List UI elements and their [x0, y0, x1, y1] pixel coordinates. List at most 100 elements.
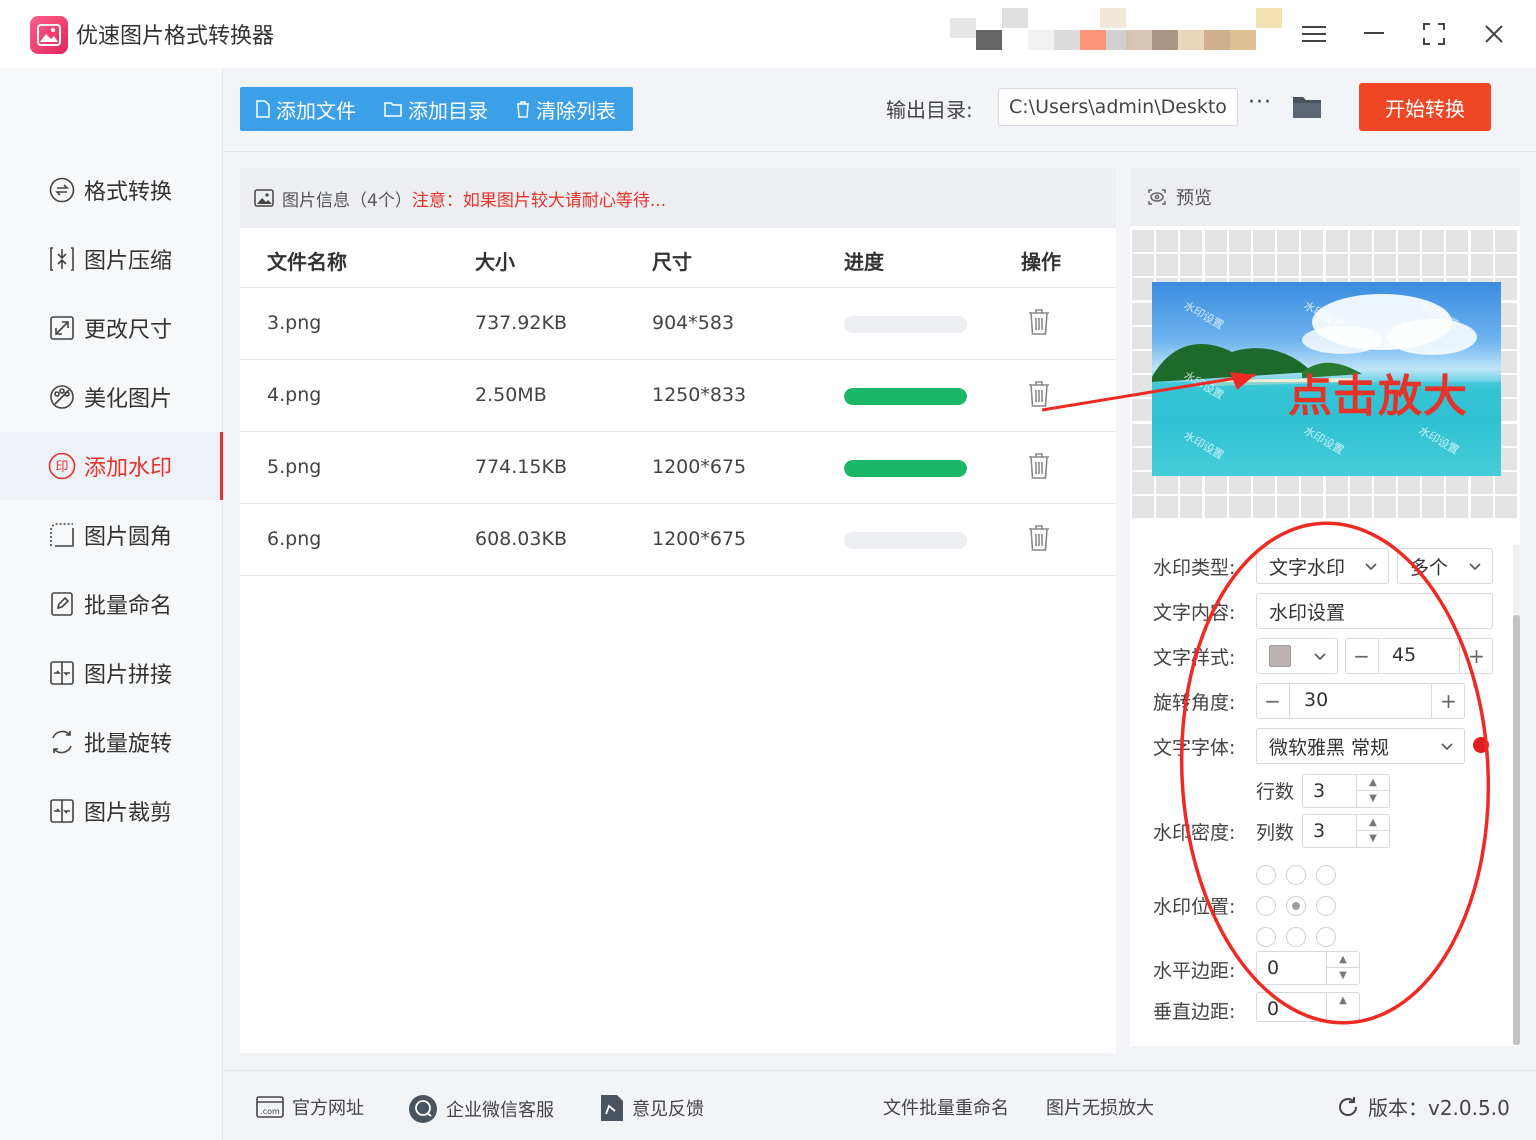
watermark-icon: 印	[48, 452, 76, 480]
file-size: 2.50MB	[475, 384, 547, 406]
clear-list-label: 清除列表	[536, 98, 616, 123]
sidebar-item-beautify[interactable]: 美化图片	[0, 363, 223, 431]
rename-icon	[48, 590, 76, 618]
progress-bar	[844, 388, 967, 405]
add-directory-label: 添加目录	[408, 98, 488, 123]
sidebar-item-batch-rename[interactable]: 批量命名	[0, 570, 223, 638]
crop-icon	[48, 797, 76, 825]
palette-icon	[48, 383, 76, 411]
sidebar-item-rotate[interactable]: 批量旋转	[0, 708, 223, 776]
round-corner-icon	[48, 521, 76, 549]
progress-bar	[844, 532, 967, 549]
file-button-group: 添加文件 添加目录 清除列表	[240, 87, 633, 131]
sidebar-item-label: 图片拼接	[84, 663, 173, 688]
trash-small-icon	[517, 101, 529, 118]
file-name: 4.png	[267, 384, 322, 406]
rotate-icon	[48, 728, 76, 756]
col-filename: 文件名称	[267, 250, 347, 274]
feedback-link[interactable]: 意见反馈	[600, 1094, 704, 1122]
feedback-label: 意见反馈	[632, 1099, 704, 1120]
table-row[interactable]: 3.png 737.92KB 904*583	[240, 288, 1116, 360]
table-row[interactable]: 6.png 608.03KB 1200*675	[240, 504, 1116, 576]
file-dimensions: 1250*833	[652, 384, 747, 406]
official-website-label: 官方网址	[292, 1098, 364, 1119]
version-info[interactable]: 版本：v2.0.5.0	[1336, 1092, 1510, 1121]
start-convert-button[interactable]: 开始转换	[1359, 83, 1491, 131]
sidebar-item-resize[interactable]: 更改尺寸	[0, 294, 223, 362]
maximize-icon[interactable]	[1418, 18, 1450, 50]
wait-warning-text: 注意：如果图片较大请耐心等待...	[411, 190, 667, 211]
app-logo-icon	[30, 16, 68, 54]
file-name: 5.png	[267, 456, 322, 478]
progress-bar	[844, 316, 967, 333]
file-name: 6.png	[267, 528, 322, 550]
sidebar-item-label: 美化图片	[84, 387, 173, 412]
svg-text:印: 印	[55, 460, 68, 475]
delete-icon[interactable]	[1028, 308, 1050, 341]
join-icon	[48, 659, 76, 687]
col-dimensions: 尺寸	[652, 250, 692, 274]
sidebar-item-label: 图片圆角	[84, 525, 173, 550]
sidebar-item-label: 批量命名	[84, 594, 173, 619]
feedback-icon	[601, 1095, 623, 1121]
file-icon	[256, 100, 270, 118]
close-icon[interactable]	[1478, 18, 1510, 50]
website-icon: .com	[256, 1096, 284, 1118]
add-file-button[interactable]: 添加文件	[240, 87, 368, 131]
add-file-label: 添加文件	[276, 98, 356, 123]
app-title: 优速图片格式转换器	[76, 24, 275, 49]
table-row[interactable]: 4.png 2.50MB 1250*833	[240, 360, 1116, 432]
preview-title: 预览	[1176, 188, 1212, 209]
sidebar-item-compress[interactable]: 图片压缩	[0, 225, 223, 293]
blurred-user-avatar	[1100, 8, 1282, 64]
sidebar-item-label: 格式转换	[84, 180, 173, 205]
settings-scrollbar-thumb[interactable]	[1513, 615, 1520, 1045]
wechat-service-label: 企业微信客服	[446, 1100, 554, 1121]
file-dimensions: 1200*675	[652, 528, 747, 550]
output-dir-label: 输出目录:	[886, 98, 973, 122]
batch-rename-label: 文件批量重命名	[883, 1098, 1009, 1119]
image-info-icon	[254, 189, 274, 207]
eye-icon	[1148, 189, 1166, 205]
table-row[interactable]: 5.png 774.15KB 1200*675	[240, 432, 1116, 504]
sidebar-item-round-corner[interactable]: 图片圆角	[0, 501, 223, 569]
col-size: 大小	[475, 250, 515, 274]
add-directory-button[interactable]: 添加目录	[368, 87, 500, 131]
resize-icon	[48, 314, 76, 342]
swap-circle-icon	[48, 176, 76, 204]
version-label: 版本：v2.0.5.0	[1368, 1096, 1510, 1120]
refresh-icon	[1339, 1096, 1358, 1116]
file-dimensions: 1200*675	[652, 456, 747, 478]
col-actions: 操作	[1021, 250, 1061, 274]
annotation-overlay	[1041, 372, 1491, 1025]
more-options-button[interactable]: ···	[1248, 90, 1272, 115]
image-count-text: 图片信息（4个）	[282, 190, 412, 211]
file-size: 737.92KB	[475, 312, 567, 334]
progress-bar	[844, 460, 967, 477]
file-size: 774.15KB	[475, 456, 567, 478]
sidebar-item-label: 图片压缩	[84, 249, 173, 274]
minimize-icon[interactable]	[1358, 18, 1390, 50]
menu-icon[interactable]	[1298, 18, 1330, 50]
clear-list-button[interactable]: 清除列表	[500, 87, 628, 131]
file-name: 3.png	[267, 312, 322, 334]
file-size: 608.03KB	[475, 528, 567, 550]
official-website-link[interactable]: .com 官方网址	[256, 1094, 364, 1120]
output-dir-input[interactable]: C:\Users\admin\Deskto	[998, 88, 1238, 126]
table-header: 文件名称 大小 尺寸 进度 操作	[240, 228, 1116, 288]
sidebar-item-label: 添加水印	[84, 456, 173, 481]
sidebar-item-label: 更改尺寸	[84, 318, 173, 343]
sidebar-item-watermark[interactable]: 印 添加水印	[0, 432, 223, 500]
sidebar-item-label: 批量旋转	[84, 732, 173, 757]
sidebar-item-format-convert[interactable]: 格式转换	[0, 156, 223, 224]
batch-rename-link[interactable]: 文件批量重命名	[883, 1094, 1009, 1120]
wechat-service-link[interactable]: 企业微信客服	[408, 1094, 554, 1124]
lossless-upscale-link[interactable]: 图片无损放大	[1046, 1094, 1154, 1120]
sidebar-item-crop[interactable]: 图片裁剪	[0, 777, 223, 845]
sidebar-item-join[interactable]: 图片拼接	[0, 639, 223, 707]
list-header: 图片信息（4个） 注意：如果图片较大请耐心等待...	[240, 168, 1116, 228]
open-folder-icon[interactable]	[1292, 93, 1322, 123]
preview-header: 预览	[1130, 168, 1520, 226]
compress-icon	[48, 245, 76, 273]
chat-icon	[409, 1095, 437, 1123]
